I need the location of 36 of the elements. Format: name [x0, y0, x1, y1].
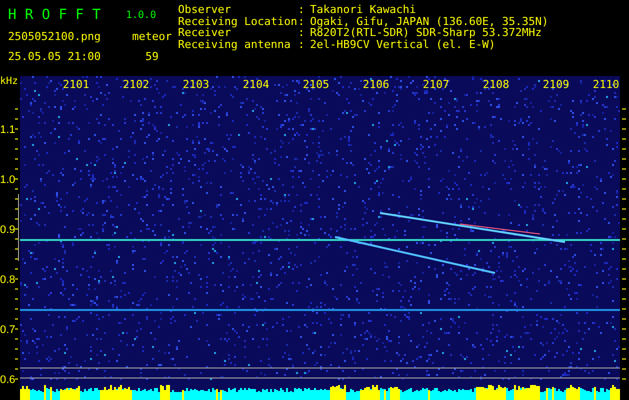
count-label: meteor	[131, 30, 173, 42]
axis-label: 2103	[182, 78, 210, 91]
app-name: H R O F F T	[8, 6, 101, 24]
axis-label: 0.6	[0, 374, 16, 386]
info-label: Observer	[178, 4, 232, 16]
marker-line	[18, 194, 19, 261]
info-separator: :	[298, 27, 306, 38]
info-label: Receiving antenna	[178, 38, 292, 50]
axis-label: 2107	[422, 78, 450, 91]
info-value: Ogaki, Gifu, JAPAN (136.60E, 35.35N)	[310, 16, 548, 27]
axis-label: 2106	[362, 78, 390, 91]
meteor-count: 59	[144, 50, 160, 62]
info-value: Takanori Kawachi	[310, 4, 417, 16]
axis-label: 1.0	[0, 174, 16, 186]
axis-label: 2101	[62, 78, 90, 91]
axis-label: 2102	[122, 78, 150, 91]
axis-label: 2108	[482, 78, 510, 91]
date-time: 25.05.05 21:00	[8, 50, 102, 62]
info-value: R820T2(RTL-SDR) SDR-Sharp 53.372MHz	[310, 27, 542, 38]
info-separator: :	[298, 38, 306, 50]
info-value: 2el-HB9CV Vertical (el. E-W)	[310, 38, 496, 50]
axis-label: 2105	[302, 78, 330, 91]
info-separator: :	[298, 4, 306, 16]
info-label: Receiver	[178, 27, 231, 38]
axis-label: 2109	[542, 78, 570, 91]
file-name: 2505052100.png	[8, 30, 102, 42]
info-label: Receiving Location	[178, 16, 298, 27]
axis-label: 0.9	[0, 224, 16, 236]
axis-label: 0.8	[0, 274, 16, 286]
info-separator: :	[298, 16, 306, 27]
axis-label: 1.1	[0, 124, 16, 136]
version: 1.0.0	[126, 10, 156, 20]
axis-unit: kHz	[0, 76, 18, 87]
axis-label: 0.7	[0, 324, 16, 336]
axis-label: 2104	[242, 78, 270, 91]
axis-label: 2110	[592, 78, 620, 91]
